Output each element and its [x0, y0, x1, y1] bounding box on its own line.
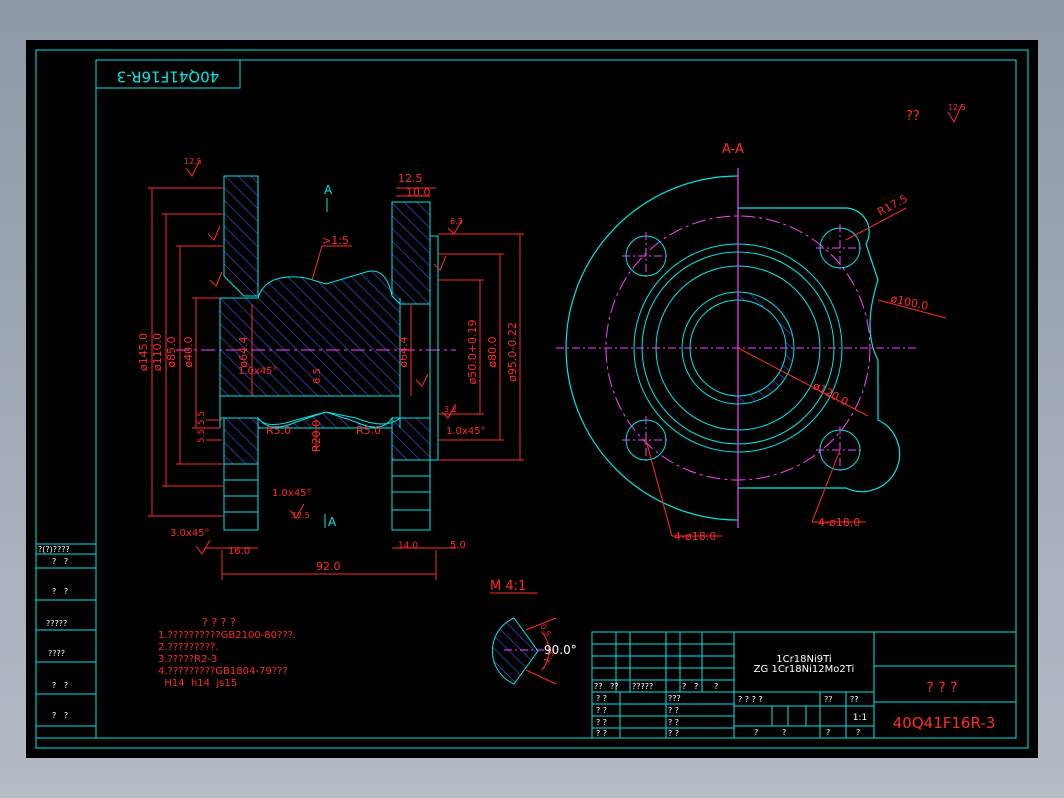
rough-32: 3.2	[444, 405, 457, 414]
tb-mid-2: ? ?	[668, 706, 679, 715]
dim-d85: ø85.0	[165, 336, 178, 367]
left-table-row-2: ? ?	[52, 587, 68, 596]
tb-grid-2: ??	[824, 695, 833, 704]
dim-w5: 5.0	[450, 540, 466, 551]
left-table-row-4: ????	[48, 649, 65, 658]
detail-view: M 4:1 90.0° 0.5 1.5	[490, 579, 577, 685]
drawing-canvas[interactable]: 40Q41F16R-3 ø145.0 ø110.0 ø85.0 ø40.0 ø6…	[26, 40, 1038, 758]
corner-roughness-q: ??	[906, 109, 920, 124]
dim-h65: 6.5	[312, 368, 323, 384]
left-table-header: ?(?)????	[38, 545, 70, 554]
rough-63: 6.3	[450, 217, 463, 226]
dim-s55a: 5.5	[197, 411, 207, 425]
tb-row-4: ? ?	[596, 729, 607, 738]
tb-bottom-1: ?	[754, 728, 758, 737]
left-table-row-1: ? ?	[52, 557, 68, 566]
left-table	[35, 543, 97, 739]
dim-d40: ø40.0	[182, 336, 195, 367]
dim-c1a: 1.0x45°	[238, 366, 278, 377]
dim-s55b: 5.5	[197, 429, 207, 443]
dim-d95: ø95.0-0.22	[506, 322, 519, 382]
tb-row-3: ? ?	[596, 718, 607, 727]
end-view: A-A R17.5 ø100.0 ø120.0 4-ø18.0 4-ø18.0 …	[556, 103, 966, 543]
dim-d80: ø80.0	[486, 336, 499, 367]
tb-row-1: ? ?	[596, 694, 607, 703]
dim-c1b: 1.0x45°	[446, 426, 486, 437]
note-1: 1.??????????GB2100-80???.	[158, 630, 296, 641]
tb-grid-3: ??	[850, 695, 859, 704]
tb-bottom-4: ?	[856, 728, 860, 737]
dim-len92: 92.0	[316, 560, 341, 573]
note-4: 4.?????????GB1804-79???	[158, 666, 288, 677]
note-3: 3.?????R2-3	[158, 654, 217, 665]
dim-holes-right: 4-ø18.0	[818, 516, 860, 529]
left-flange-bottom	[223, 417, 259, 465]
tb-hdr-4: ?	[682, 682, 686, 691]
drawing-svg: 40Q41F16R-3 ø145.0 ø110.0 ø85.0 ø40.0 ø6…	[35, 49, 1029, 749]
tb-mid-3: ? ?	[668, 718, 679, 727]
corner-roughness-value: 12.5	[948, 103, 966, 112]
right-flange-bottom	[391, 417, 431, 461]
section-view: ø145.0 ø110.0 ø85.0 ø40.0 ø64.4 ø64.4 ø5…	[137, 157, 524, 580]
dim-d110: ø110.0	[151, 333, 164, 371]
tb-hdr-3: ?????	[632, 682, 653, 691]
dim-d644-right: ø64.4	[397, 336, 410, 367]
dim-taper: >1:5	[322, 234, 349, 247]
cad-viewport: 40Q41F16R-3 ø145.0 ø110.0 ø85.0 ø40.0 ø6…	[0, 0, 1064, 798]
tb-mid-4: ? ?	[668, 729, 679, 738]
dim-w10: 10.0	[406, 186, 431, 199]
detail-label: M 4:1	[490, 579, 526, 594]
material-2: ZG 1Cr18Ni12Mo2Ti	[754, 664, 855, 675]
tb-bottom-2: ?	[782, 728, 786, 737]
rough-125-b: 12.5	[292, 511, 310, 520]
dim-d145: ø145.0	[137, 333, 150, 371]
right-spigot	[429, 235, 439, 461]
scale-value: 1:1	[853, 713, 867, 723]
cut-mark-bottom: A	[328, 515, 337, 529]
left-table-row-6: ? ?	[52, 711, 68, 720]
dim-d644-left: ø64.4	[237, 336, 250, 367]
rough-125-a: 12.5	[184, 157, 202, 166]
note-5: H14 h14 js15	[158, 678, 237, 689]
tb-hdr-1: ??	[594, 682, 603, 691]
dim-w125: 12.5	[398, 172, 423, 185]
dim-w14: 14.0	[398, 541, 418, 551]
tb-hdr-2: ??	[610, 682, 619, 691]
note-2: 2.?????????.	[158, 642, 219, 653]
mirror-title: 40Q41F16R-3	[117, 68, 219, 86]
tb-row-2: ? ?	[596, 706, 607, 715]
left-table-row-3: ?????	[46, 619, 67, 628]
detail-dim-a: 0.5	[538, 623, 552, 639]
drawing-number: 40Q41F16R-3	[893, 714, 995, 732]
left-table-row-5: ? ?	[52, 681, 68, 690]
dim-c1c: 1.0x45°	[272, 488, 312, 499]
dim-r5-left: R5.0	[266, 424, 291, 437]
dim-p100: ø100.0	[889, 292, 929, 313]
dim-holes-left: 4-ø18.0	[674, 530, 716, 543]
dim-c3: 3.0x45°	[170, 528, 210, 539]
right-flange-top	[391, 201, 431, 305]
right-flange-outer	[391, 459, 431, 531]
left-flange-outer	[223, 463, 259, 531]
dim-d50: ø50.0+0.19	[466, 320, 479, 385]
left-flange-top	[223, 175, 259, 297]
notes-title: ? ? ? ?	[202, 616, 236, 629]
section-label: A-A	[722, 142, 744, 157]
tb-hdr-5: ?	[694, 682, 698, 691]
cut-mark-top: A	[324, 183, 333, 197]
tb-grid-1: ? ? ? ?	[738, 695, 763, 704]
part-name: ? ? ?	[926, 680, 957, 696]
technical-notes: ? ? ? ? 1.??????????GB2100-80???. 2.????…	[158, 616, 296, 689]
tb-bottom-3: ?	[826, 728, 830, 737]
dim-p120: ø120.0	[811, 379, 851, 408]
dim-r20: R20.0	[310, 420, 323, 452]
tb-mid-1: ???	[668, 694, 681, 703]
dim-r5-right: R5.0	[356, 424, 381, 437]
tb-hdr-6: ?	[714, 682, 718, 691]
dim-w16: 16.0	[228, 546, 250, 557]
